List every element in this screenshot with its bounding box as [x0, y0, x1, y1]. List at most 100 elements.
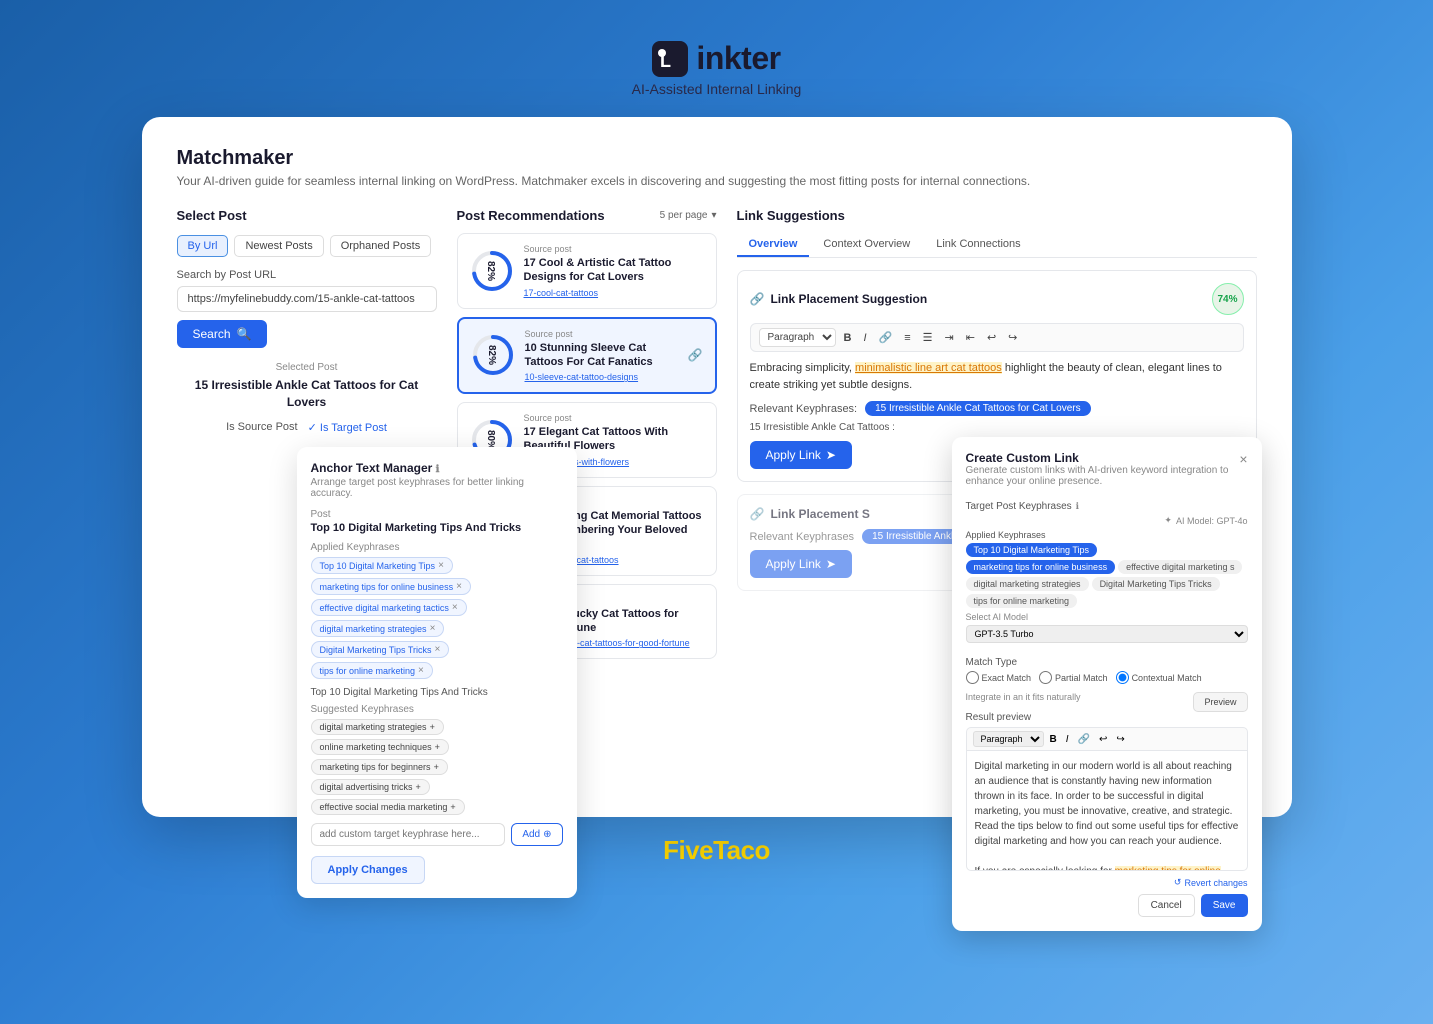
tab-context-overview[interactable]: Context Overview [811, 233, 922, 257]
relevant-label-2: Relevant Keyphrases [750, 531, 855, 543]
paragraph-select[interactable]: Paragraph [759, 328, 836, 347]
brand-first: Five [663, 835, 713, 865]
outdent-btn[interactable]: ⇤ [962, 329, 979, 346]
kw-chip-2-text: marketing tips for online business [320, 582, 454, 592]
rec-slug-1[interactable]: 17-cool-cat-tattoos [524, 288, 704, 298]
search-button[interactable]: Search 🔍 [177, 320, 268, 348]
preview-btn[interactable]: Preview [1193, 692, 1247, 712]
highlight-link[interactable]: minimalistic line art cat tattoos [855, 362, 1002, 374]
bold-btn[interactable]: B [840, 330, 856, 346]
partial-match-radio[interactable] [1039, 671, 1052, 684]
redo-btn[interactable]: ↪ [1004, 329, 1021, 346]
url-input[interactable] [177, 286, 437, 312]
tab-overview[interactable]: Overview [737, 233, 810, 257]
kw-chip-2-remove[interactable]: × [456, 581, 462, 592]
mini-undo-btn[interactable]: ↩ [1096, 733, 1110, 746]
brand-second: Taco [713, 835, 770, 865]
custom-keyphrase-input[interactable] [311, 823, 506, 846]
result-preview-label: Result preview [966, 712, 1248, 723]
link-placement-label-2: Link Placement S [770, 507, 869, 521]
tab-by-url[interactable]: By Url [177, 235, 229, 257]
plus-circle-icon: ⊕ [543, 829, 551, 840]
apply-changes-btn[interactable]: Apply Changes [311, 856, 425, 884]
close-icon[interactable]: × [1239, 451, 1247, 467]
ccl-desc: Generate custom links with AI-driven key… [966, 465, 1240, 487]
chevron-down-icon: ▾ [711, 210, 716, 221]
sug-chip-1[interactable]: digital marketing strategies + [311, 719, 444, 735]
applied-kw-label: Applied Keyphrases [311, 542, 563, 553]
ccl-chip-1: Top 10 Digital Marketing Tips [966, 543, 1098, 557]
mini-bold-btn[interactable]: B [1047, 733, 1060, 746]
rec-slug-2[interactable]: 10-sleeve-cat-tattoo-designs [525, 372, 678, 382]
sug-chip-3-text: marketing tips for beginners [320, 762, 431, 772]
result-editor[interactable]: Digital marketing in our modern world is… [966, 751, 1248, 871]
anchor-post-label: Post [311, 509, 563, 520]
per-page-control[interactable]: 5 per page ▾ [660, 210, 717, 221]
sug-chip-3[interactable]: marketing tips for beginners + [311, 759, 448, 775]
apply-link-btn-2[interactable]: Apply Link ➤ [750, 550, 852, 578]
kw-chip-4-remove[interactable]: × [430, 623, 436, 634]
rec-card-2[interactable]: 82% Source post 10 Stunning Sleeve Cat T… [457, 317, 717, 395]
rec-card-1[interactable]: 82% Source post 17 Cool & Artistic Cat T… [457, 233, 717, 309]
app-tagline: AI-Assisted Internal Linking [632, 81, 802, 97]
tab-orphaned-posts[interactable]: Orphaned Posts [330, 235, 432, 257]
partial-match-option[interactable]: Partial Match [1039, 671, 1108, 684]
sug-chip-4[interactable]: digital advertising tricks + [311, 779, 430, 795]
save-button[interactable]: Save [1201, 894, 1248, 917]
score-circle-1: 82% [470, 249, 514, 293]
ai-model-select[interactable]: GPT-3.5 Turbo GPT-4 GPT-4 Turbo [966, 625, 1248, 643]
exact-match-option[interactable]: Exact Match [966, 671, 1032, 684]
tab-link-connections[interactable]: Link Connections [924, 233, 1032, 257]
apply-link-btn-1[interactable]: Apply Link ➤ [750, 441, 852, 469]
exact-match-radio[interactable] [966, 671, 979, 684]
ccl-chip-6: tips for online marketing [966, 594, 1078, 608]
recs-title: Post Recommendations [457, 208, 605, 223]
rec-title-1: 17 Cool & Artistic Cat Tattoo Designs fo… [524, 256, 704, 285]
sug-chip-2-text: online marketing techniques [320, 742, 432, 752]
ccl-target-post-section: Target Post Keyphrases ℹ ✦ AI Model: GPT… [966, 501, 1248, 649]
contextual-match-radio[interactable] [1116, 671, 1129, 684]
select-post-panel: Select Post By Url Newest Posts Orphaned… [177, 208, 437, 434]
mini-para-select[interactable]: Paragraph [973, 731, 1044, 747]
keyphrase-badge: 15 Irresistible Ankle Cat Tattoos for Ca… [865, 401, 1090, 416]
mini-link-btn[interactable]: 🔗 [1075, 733, 1093, 746]
tab-newest-posts[interactable]: Newest Posts [234, 235, 323, 257]
kw-chip-6-remove[interactable]: × [418, 665, 424, 676]
sug-chip-2[interactable]: online marketing techniques + [311, 739, 449, 755]
indent-btn[interactable]: ⇥ [941, 329, 958, 346]
revert-changes-row[interactable]: ↺ Revert changes [966, 877, 1248, 888]
kw-chip-3-remove[interactable]: × [452, 602, 458, 613]
info-icon-ccl: ℹ [1076, 501, 1079, 512]
undo-btn[interactable]: ↩ [983, 329, 1000, 346]
selected-post-label: Selected Post [177, 362, 437, 373]
ul-btn[interactable]: ☰ [919, 329, 937, 346]
suggested-chips: digital marketing strategies + online ma… [311, 719, 563, 815]
rec-title-2: 10 Stunning Sleeve Cat Tattoos For Cat F… [525, 341, 678, 370]
ol-btn[interactable]: ≡ [900, 330, 914, 346]
link-btn[interactable]: 🔗 [875, 329, 897, 346]
search-by-url-label: Search by Post URL [177, 269, 437, 281]
result-text-1: Digital marketing in our modern world is… [975, 761, 1239, 847]
kw-chip-1-remove[interactable]: × [438, 560, 444, 571]
add-keyphrase-btn[interactable]: Add ⊕ [511, 823, 562, 846]
apply-link-label-1: Apply Link [766, 448, 821, 462]
source-tag-text: 15 Irresistible Ankle Cat Tattoos : [750, 422, 1244, 433]
ai-icon: ✦ [1164, 515, 1172, 526]
anchor-title-text: Anchor Text Manager [311, 461, 433, 475]
applied-kw-chips: Top 10 Digital Marketing Tips × marketin… [311, 557, 563, 679]
sug-chip-5[interactable]: effective social media marketing + [311, 799, 465, 815]
cancel-button[interactable]: Cancel [1138, 894, 1195, 917]
plus-icon-2: + [435, 742, 440, 752]
kw-chip-1: Top 10 Digital Marketing Tips × [311, 557, 453, 574]
add-btn-label: Add [522, 829, 540, 840]
mini-redo-btn[interactable]: ↪ [1113, 733, 1127, 746]
rec-info-2: Source post 10 Stunning Sleeve Cat Tatto… [525, 329, 678, 383]
kw-chip-5-remove[interactable]: × [435, 644, 441, 655]
ccl-match-type-section: Match Type Exact Match Partial Match Con… [966, 657, 1248, 684]
contextual-match-option[interactable]: Contextual Match [1116, 671, 1202, 684]
custom-input-row: Add ⊕ [311, 823, 563, 846]
link-placement-icon: 🔗 [750, 292, 765, 306]
mini-italic-btn[interactable]: I [1063, 733, 1072, 746]
source-tag: Is Source Post [226, 421, 298, 434]
italic-btn[interactable]: I [859, 330, 870, 346]
